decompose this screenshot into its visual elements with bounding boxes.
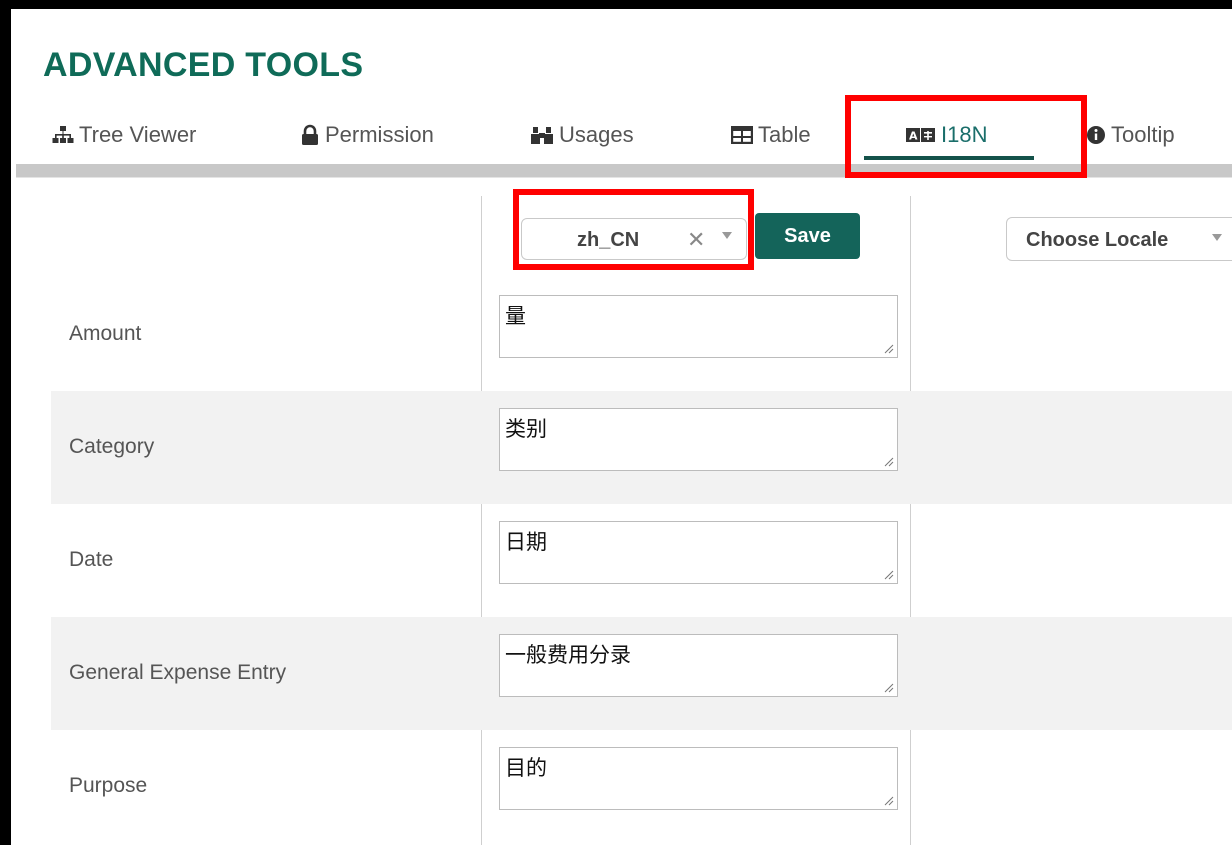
tab-table[interactable]: Table: [731, 110, 811, 160]
tab-label: Permission: [325, 122, 434, 147]
locale-select-value: zh_CN: [577, 229, 640, 251]
window-frame-top: [0, 0, 1232, 9]
translation-row: Purpose 目的: [51, 730, 1232, 843]
tab-tree-viewer[interactable]: Tree Viewer: [52, 110, 196, 160]
tab-label: Table: [758, 122, 811, 147]
tab-bar: Tree Viewer Permission Usages Table A I1…: [11, 110, 1232, 164]
translation-row: Category 类别: [51, 391, 1232, 504]
row-label: Purpose: [69, 774, 148, 797]
resize-handle-icon[interactable]: [882, 455, 894, 467]
resize-handle-icon[interactable]: [882, 568, 894, 580]
row-label: Category: [69, 435, 155, 458]
svg-text:A: A: [909, 130, 918, 143]
chevron-down-icon[interactable]: [722, 232, 732, 239]
tab-divider-shadow: [16, 177, 1232, 178]
binoculars-icon: [530, 125, 554, 145]
tab-i18n[interactable]: A I18N: [906, 110, 987, 160]
translation-value: 一般费用分录: [505, 643, 631, 667]
translation-input[interactable]: 目的: [499, 747, 898, 810]
tab-permission[interactable]: Permission: [300, 110, 434, 160]
translation-value: 目的: [505, 756, 547, 780]
clear-icon[interactable]: ✕: [687, 227, 705, 253]
translation-row: General Expense Entry 一般费用分录: [51, 617, 1232, 730]
resize-handle-icon[interactable]: [882, 794, 894, 806]
save-button[interactable]: Save: [755, 213, 860, 259]
translation-input[interactable]: 类别: [499, 408, 898, 471]
resize-handle-icon[interactable]: [882, 342, 894, 354]
info-icon: [1086, 125, 1106, 145]
tab-label: I18N: [941, 122, 988, 147]
translation-input[interactable]: 日期: [499, 521, 898, 584]
window-frame-left: [0, 0, 11, 845]
table-icon: [731, 126, 753, 144]
tab-label: Usages: [559, 122, 634, 147]
tab-label: Tree Viewer: [79, 122, 197, 147]
translation-input[interactable]: 量: [499, 295, 898, 358]
tab-label: Tooltip: [1111, 122, 1175, 147]
resize-handle-icon[interactable]: [882, 681, 894, 693]
compare-locale-placeholder: Choose Locale: [1026, 229, 1169, 251]
row-label: Date: [69, 548, 114, 571]
translation-value: 日期: [505, 530, 547, 554]
row-label: General Expense Entry: [69, 661, 287, 684]
translation-row: Amount 量: [51, 278, 1232, 391]
chevron-down-icon[interactable]: [1212, 234, 1222, 241]
tab-tooltip[interactable]: Tooltip: [1086, 110, 1175, 160]
translation-row: Date 日期: [51, 504, 1232, 617]
row-label: Amount: [69, 322, 142, 345]
compare-locale-select[interactable]: Choose Locale: [1006, 217, 1232, 261]
locale-select[interactable]: zh_CN ✕: [521, 218, 747, 260]
lock-icon: [300, 124, 320, 146]
sitemap-icon: [52, 125, 74, 145]
translation-value: 类别: [505, 417, 547, 441]
page-title: ADVANCED TOOLS: [43, 46, 364, 84]
translation-value: 量: [505, 304, 526, 328]
translation-input[interactable]: 一般费用分录: [499, 634, 898, 697]
active-tab-indicator: [864, 156, 1034, 160]
language-icon: A: [906, 127, 936, 143]
tab-usages[interactable]: Usages: [530, 110, 634, 160]
tab-divider: [16, 164, 1232, 177]
